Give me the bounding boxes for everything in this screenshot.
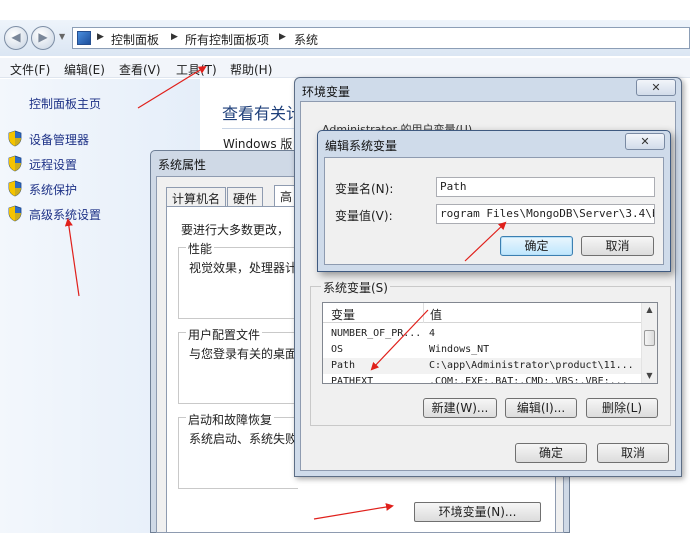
list-header: 变量 值 bbox=[323, 303, 643, 323]
sidebar-item-label: 系统保护 bbox=[29, 183, 78, 197]
group-startup-recovery-label: 启动和故障恢复 bbox=[186, 411, 275, 428]
environment-variables-button[interactable]: 环境变量(N)... bbox=[414, 502, 541, 522]
breadcrumb-separator-icon: ▶ bbox=[279, 32, 286, 42]
shield-icon bbox=[8, 205, 22, 222]
column-header-value[interactable]: 值 bbox=[430, 306, 442, 323]
dialog-title: 系统属性 bbox=[158, 158, 207, 172]
row-variable: PATHEXT bbox=[331, 376, 374, 384]
edit-variable-button[interactable]: 编辑(I)... bbox=[505, 398, 577, 418]
address-bar[interactable]: ▶ 控制面板 ▶ 所有控制面板项 ▶ 系统 bbox=[72, 27, 690, 49]
table-row[interactable]: PATHEXT .COM;.EXE;.BAT;.CMD;.VBS;.VBE;..… bbox=[323, 374, 643, 384]
variable-name-label: 变量名(N): bbox=[335, 182, 394, 196]
group-user-profiles-label: 用户配置文件 bbox=[186, 326, 263, 343]
table-row-selected[interactable]: Path C:\app\Administrator\product\11... bbox=[323, 358, 643, 374]
variable-value-label: 变量值(V): bbox=[335, 209, 393, 223]
dialog-title: 环境变量 bbox=[302, 85, 351, 99]
back-button[interactable]: ◀ bbox=[4, 26, 28, 50]
scroll-thumb[interactable] bbox=[644, 330, 655, 346]
breadcrumb-system[interactable]: 系统 bbox=[294, 31, 318, 48]
edit-ok-button[interactable]: 确定 bbox=[500, 236, 573, 256]
sidebar-item-device-manager[interactable]: 设备管理器 bbox=[7, 130, 127, 148]
breadcrumb-all-items[interactable]: 所有控制面板项 bbox=[185, 31, 269, 48]
row-value: .COM;.EXE;.BAT;.CMD;.VBS;.VBE;... bbox=[429, 376, 628, 384]
shield-icon bbox=[8, 130, 22, 147]
menu-view[interactable]: 查看(V) bbox=[119, 61, 161, 78]
list-scrollbar[interactable]: ▲ ▼ bbox=[641, 303, 657, 383]
menu-file[interactable]: 文件(F) bbox=[10, 61, 50, 78]
row-value: C:\app\Administrator\product\11... bbox=[429, 360, 634, 371]
group-performance-label: 性能 bbox=[186, 240, 215, 257]
system-variables-label: 系统变量(S) bbox=[321, 279, 390, 296]
shield-icon bbox=[8, 180, 22, 197]
breadcrumb-control-panel[interactable]: 控制面板 bbox=[111, 31, 159, 48]
address-toolbar: ◀ ▶ ▼ ▶ 控制面板 ▶ 所有控制面板项 ▶ 系统 bbox=[0, 20, 690, 56]
delete-variable-button[interactable]: 删除(L) bbox=[586, 398, 658, 418]
column-divider[interactable] bbox=[423, 303, 424, 323]
row-variable: NUMBER_OF_PR... bbox=[331, 328, 422, 339]
group-performance-desc: 视觉效果，处理器计 bbox=[189, 261, 298, 275]
sidebar-item-label: 高级系统设置 bbox=[29, 208, 102, 222]
sidebar-item-advanced-settings[interactable]: 高级系统设置 bbox=[7, 205, 127, 223]
tab-computer-name[interactable]: 计算机名 bbox=[166, 187, 227, 207]
row-value: 4 bbox=[429, 328, 436, 339]
env-ok-button[interactable]: 确定 bbox=[515, 443, 587, 463]
forward-button[interactable]: ▶ bbox=[31, 26, 55, 50]
menu-tools[interactable]: 工具(T) bbox=[176, 61, 217, 78]
variable-value-input[interactable]: rogram Files\MongoDB\Server\3.4\bin; bbox=[436, 204, 655, 224]
admin-note: 要进行大多数更改， bbox=[181, 223, 290, 237]
shield-icon bbox=[8, 155, 22, 172]
edit-cancel-button[interactable]: 取消 bbox=[581, 236, 654, 256]
table-row[interactable]: OS Windows_NT bbox=[323, 342, 643, 358]
breadcrumb-separator-icon: ▶ bbox=[97, 32, 104, 42]
back-arrow-icon: ◀ bbox=[11, 30, 21, 44]
group-startup-recovery-desc: 系统启动、系统失败 bbox=[189, 432, 298, 446]
table-row[interactable]: NUMBER_OF_PR... 4 bbox=[323, 326, 643, 342]
menu-help[interactable]: 帮助(H) bbox=[230, 61, 272, 78]
row-value: Windows_NT bbox=[429, 344, 490, 355]
column-header-variable[interactable]: 变量 bbox=[331, 306, 355, 323]
variable-name-input[interactable]: Path bbox=[436, 177, 655, 197]
sidebar-item-system-protection[interactable]: 系统保护 bbox=[7, 180, 127, 198]
sidebar-item-remote-settings[interactable]: 远程设置 bbox=[7, 155, 127, 173]
close-icon: ✕ bbox=[651, 81, 661, 94]
group-user-profiles-desc: 与您登录有关的桌面 bbox=[189, 347, 298, 361]
forward-arrow-icon: ▶ bbox=[38, 30, 48, 44]
control-panel-home-link[interactable]: 控制面板主页 bbox=[29, 95, 101, 112]
system-variables-list[interactable]: 变量 值 NUMBER_OF_PR... 4 OS Windows_NT Pat… bbox=[322, 302, 658, 384]
menu-bar: 文件(F) 编辑(E) 查看(V) 工具(T) 帮助(H) bbox=[0, 58, 690, 78]
dialog-title: 编辑系统变量 bbox=[325, 139, 398, 153]
close-button[interactable]: ✕ bbox=[636, 79, 676, 96]
close-icon: ✕ bbox=[640, 135, 650, 148]
sidebar-item-label: 远程设置 bbox=[29, 158, 78, 172]
env-cancel-button[interactable]: 取消 bbox=[597, 443, 669, 463]
row-variable: Path bbox=[331, 360, 356, 371]
scroll-up-icon[interactable]: ▲ bbox=[642, 303, 657, 317]
menu-edit[interactable]: 编辑(E) bbox=[64, 61, 105, 78]
scroll-down-icon[interactable]: ▼ bbox=[642, 369, 657, 383]
breadcrumb-separator-icon: ▶ bbox=[171, 32, 178, 42]
close-button[interactable]: ✕ bbox=[625, 133, 665, 150]
recent-pages-dropdown-icon[interactable]: ▼ bbox=[59, 32, 65, 41]
tab-hardware[interactable]: 硬件 bbox=[227, 187, 264, 207]
page-title: 查看有关计 bbox=[222, 104, 303, 123]
new-variable-button[interactable]: 新建(W)... bbox=[423, 398, 497, 418]
group-performance bbox=[178, 247, 298, 319]
row-variable: OS bbox=[331, 344, 344, 355]
control-panel-icon bbox=[77, 31, 91, 45]
sidebar-item-label: 设备管理器 bbox=[29, 133, 90, 147]
